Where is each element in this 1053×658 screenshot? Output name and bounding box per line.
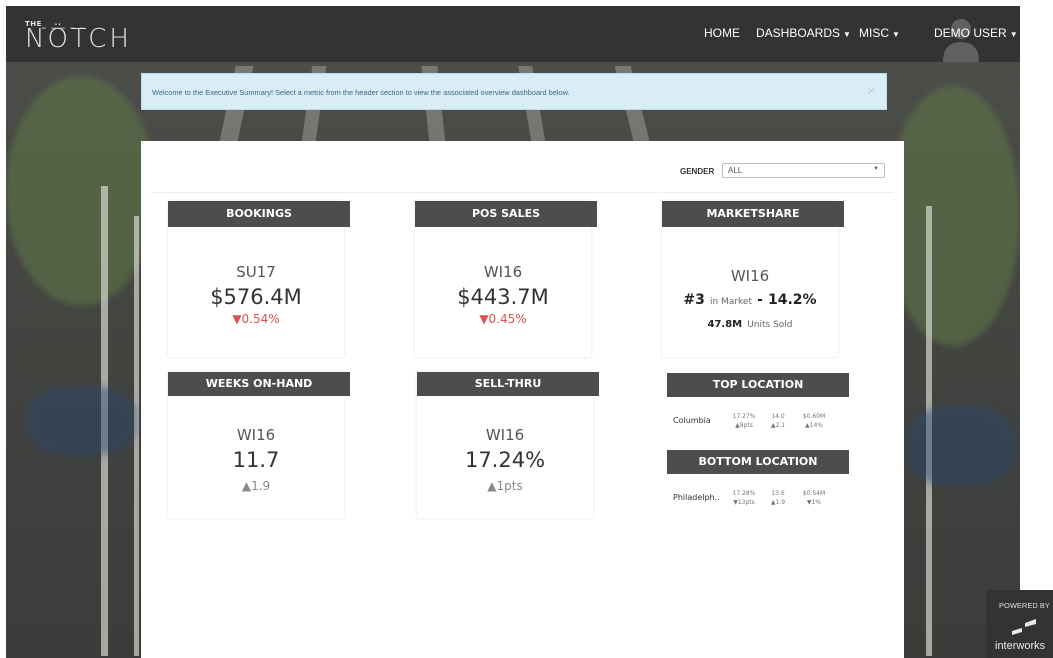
marketshare-units-suffix: Units Sold <box>747 320 793 330</box>
sell-thru-title: SELL-THRU <box>417 372 599 396</box>
bottom-location-title[interactable]: BOTTOM LOCATION <box>667 450 849 474</box>
pos-sales-title: POS SALES <box>415 201 597 227</box>
marketshare-rank: #3 <box>683 292 705 308</box>
marketshare-season: WI16 <box>730 267 770 285</box>
weeks-on-hand-title: WEEKS ON-HAND <box>168 372 350 396</box>
metric-change: ▼13pts <box>733 499 755 506</box>
marketshare-units-line: 47.8M Units Sold <box>662 312 838 331</box>
metric-change: ▲2.1 <box>770 422 786 429</box>
metric-value: 13.6 <box>771 490 785 497</box>
top-header: THE ––––– NÖTCH HOME DASHBOARDS ▼ MISC ▼ D… <box>6 6 1020 62</box>
bottom-location-metric: 17.28% ▼13pts <box>727 489 761 507</box>
sell-thru-season: WI16 <box>485 426 525 444</box>
metric-value: 17.28% <box>732 490 756 497</box>
interworks-logo-icon <box>1012 619 1036 635</box>
powered-by-label: POWERED BY <box>999 601 1050 610</box>
powered-by-badge[interactable]: POWERED BY interworks <box>986 590 1053 658</box>
app-frame: THE ––––– NÖTCH HOME DASHBOARDS ▼ MISC ▼ D… <box>6 6 1020 658</box>
bookings-season: SU17 <box>236 263 276 281</box>
pos-sales-change: ▼0.45% <box>479 312 527 326</box>
gender-filter-select[interactable]: ALL ▼ <box>722 163 885 178</box>
marketshare-dash: - <box>757 292 763 308</box>
metric-change: ▲14% <box>805 422 823 429</box>
weeks-on-hand-card[interactable]: WEEKS ON-HAND WI16 11.7 ▲1.9 <box>168 372 350 518</box>
weeks-on-hand-season: WI16 <box>236 426 276 444</box>
bookings-value: $576.4M <box>210 285 302 309</box>
marketshare-share: 14.2% <box>768 292 817 308</box>
gender-filter-label: GENDER <box>680 167 715 176</box>
marketshare-rank-line: #3 in Market - 14.2% <box>662 289 838 308</box>
marketshare-units: 47.8M <box>707 319 743 330</box>
bottom-location-metric: 13.6 ▲1.9 <box>761 489 795 507</box>
sell-thru-change: ▲1pts <box>487 479 523 493</box>
bookings-title: BOOKINGS <box>168 201 350 227</box>
alert-close-icon[interactable]: × <box>867 84 876 97</box>
top-location-metric: $0.60M ▲14% <box>797 412 831 430</box>
powered-by-brand: interworks <box>995 640 1046 652</box>
pos-sales-value: $443.7M <box>457 285 549 309</box>
nav-misc[interactable]: MISC ▼ <box>859 26 900 40</box>
bottom-location-name: Philadelph.. <box>673 493 720 502</box>
pos-sales-card[interactable]: POS SALES WI16 $443.7M ▼0.45% <box>415 201 597 357</box>
metric-change: ▲8pts <box>735 422 753 429</box>
nav-dashboards[interactable]: DASHBOARDS ▼ <box>756 26 851 40</box>
alert-text: Welcome to the Executive Summary! Select… <box>152 88 570 97</box>
logo-main-text: NÖTCH <box>25 24 132 54</box>
summary-panel: GENDER ALL ▼ BOOKINGS SU17 $576.4M ▼0.54… <box>141 141 904 658</box>
top-location-name: Columbia <box>673 416 711 425</box>
marketshare-title: MARKETSHARE <box>662 201 844 227</box>
chevron-down-icon: ▼ <box>873 166 879 172</box>
metric-value: $0.60M <box>802 413 826 420</box>
divider <box>151 192 894 193</box>
sell-thru-value: 17.24% <box>464 448 546 472</box>
metric-change: ▼1% <box>806 499 822 506</box>
weeks-on-hand-value: 11.7 <box>232 448 280 472</box>
sell-thru-card[interactable]: SELL-THRU WI16 17.24% ▲1pts <box>417 372 599 518</box>
marketshare-rank-suffix: in Market <box>709 297 752 307</box>
top-location-title[interactable]: TOP LOCATION <box>667 373 849 397</box>
nav-misc-label: MISC <box>859 26 889 40</box>
caret-down-icon: ▼ <box>843 30 851 39</box>
metric-change: ▲1.9 <box>770 499 786 506</box>
nav-home[interactable]: HOME <box>704 26 740 40</box>
bottom-location-metric: $0.54M ▼1% <box>797 489 831 507</box>
marketshare-card[interactable]: MARKETSHARE WI16 #3 in Market - 14.2% 47… <box>662 201 844 357</box>
nav-home-label: HOME <box>704 26 740 40</box>
metric-value: 14.0 <box>771 413 785 420</box>
nav-demo-user-label: DEMO USER <box>934 26 1007 40</box>
welcome-alert: Welcome to the Executive Summary! Select… <box>141 73 887 110</box>
top-location-metric: 17.27% ▲8pts <box>727 412 761 430</box>
weeks-on-hand-change: ▲1.9 <box>241 479 271 493</box>
nav-demo-user[interactable]: DEMO USER ▼ <box>934 26 1018 40</box>
metric-value: $0.54M <box>802 490 826 497</box>
gender-filter-value: ALL <box>728 166 743 175</box>
bookings-card[interactable]: BOOKINGS SU17 $576.4M ▼0.54% <box>168 201 350 357</box>
nav-dashboards-label: DASHBOARDS <box>756 26 841 40</box>
caret-down-icon: ▼ <box>1009 30 1018 39</box>
top-location-metric: 14.0 ▲2.1 <box>761 412 795 430</box>
caret-down-icon: ▼ <box>892 30 900 39</box>
bookings-change: ▼0.54% <box>232 312 280 326</box>
metric-value: 17.27% <box>732 413 756 420</box>
pos-sales-season: WI16 <box>483 263 523 281</box>
